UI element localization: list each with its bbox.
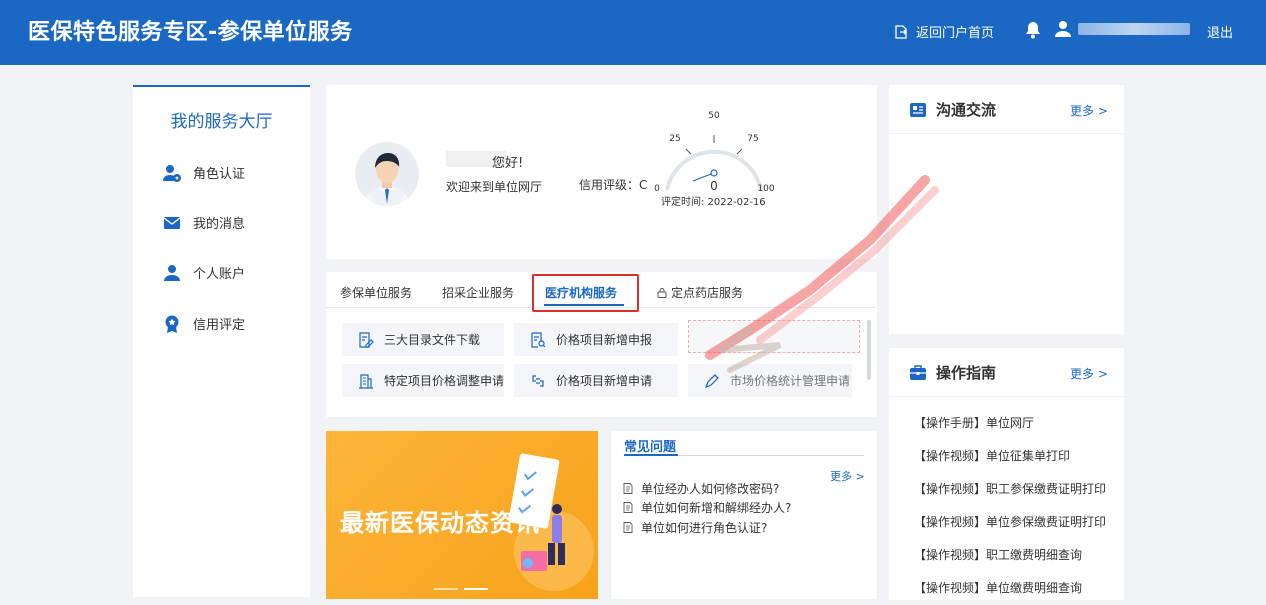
award-icon bbox=[165, 315, 179, 333]
building-icon bbox=[359, 373, 373, 389]
sidebar-item-credit-rating[interactable]: 信用评定 bbox=[163, 314, 245, 333]
sidebar-item-label: 我的消息 bbox=[193, 217, 246, 232]
service-label: 价格项目新增申报 bbox=[556, 333, 653, 347]
highlight-box bbox=[532, 274, 639, 312]
guide-title-label: 操作指南 bbox=[936, 364, 997, 382]
toolbox-icon bbox=[910, 364, 926, 380]
guide-more-link[interactable]: 更多 > bbox=[1070, 365, 1108, 382]
document-edit-icon bbox=[359, 331, 374, 348]
faq-panel: 常见问题 更多 > 单位经办人如何修改密码? 单位如何新增和解绑经办人? 单位如… bbox=[611, 431, 877, 599]
guide-item[interactable]: 【操作视频】职工缴费明细查询 bbox=[914, 546, 1082, 563]
sidebar-item-label: 角色认证 bbox=[193, 167, 246, 182]
service-label: 市场价格统计管理申请 bbox=[730, 374, 851, 388]
guide-item[interactable]: 【操作视频】单位征集单打印 bbox=[914, 447, 1070, 464]
service-label: 特定项目价格调整申请 bbox=[384, 374, 505, 388]
lock-icon bbox=[657, 288, 667, 298]
faq-item[interactable]: 单位经办人如何修改密码? bbox=[623, 480, 779, 497]
avatar bbox=[355, 142, 419, 206]
pen-icon bbox=[704, 373, 719, 388]
faq-item[interactable]: 单位如何新增和解绑经办人? bbox=[623, 499, 791, 516]
logout-button[interactable]: 退出 bbox=[1207, 22, 1233, 41]
envelope-icon bbox=[163, 216, 181, 229]
service-specific-price-adjust[interactable]: 特定项目价格调整申请 bbox=[342, 364, 504, 397]
communication-title: 沟通交流 bbox=[909, 99, 996, 120]
scrollbar[interactable] bbox=[867, 320, 871, 380]
faq-title: 常见问题 bbox=[624, 440, 677, 455]
sidebar: 我的服务大厅 角色认证 我的消息 个人账户 信用评定 bbox=[133, 85, 310, 597]
guide-item[interactable]: 【操作视频】职工参保缴费证明打印 bbox=[914, 480, 1106, 497]
page-title: 医保特色服务专区-参保单位服务 bbox=[28, 20, 353, 45]
sidebar-item-role-auth[interactable]: 角色认证 bbox=[163, 163, 245, 182]
faq-item-label: 单位如何新增和解绑经办人? bbox=[641, 501, 792, 515]
guide-item[interactable]: 【操作手册】单位网厅 bbox=[914, 414, 1034, 431]
service-price-new-declare[interactable]: 价格项目新增申报 bbox=[514, 323, 678, 356]
faq-item-label: 单位如何进行角色认证? bbox=[641, 521, 768, 535]
service-redacted[interactable] bbox=[688, 320, 860, 353]
person-icon bbox=[164, 264, 180, 281]
user-account[interactable] bbox=[1054, 20, 1190, 38]
document-icon bbox=[623, 502, 633, 513]
service-catalog-download[interactable]: 三大目录文件下载 bbox=[342, 323, 504, 356]
document-search-icon bbox=[531, 331, 546, 348]
gauge-value: 0 bbox=[710, 179, 718, 193]
service-label: 三大目录文件下载 bbox=[384, 333, 481, 347]
user-icon bbox=[1055, 21, 1071, 37]
carousel-dots[interactable] bbox=[434, 588, 488, 590]
news-banner[interactable]: 最新医保动态资讯 bbox=[326, 431, 598, 599]
service-price-new-apply[interactable]: 价格项目新增申请 bbox=[514, 364, 678, 397]
communication-title-label: 沟通交流 bbox=[936, 101, 997, 119]
chat-board-icon bbox=[910, 102, 926, 117]
bell-icon[interactable] bbox=[1023, 20, 1043, 40]
top-header: 医保特色服务专区-参保单位服务 返回门户首页 退出 bbox=[0, 0, 1266, 65]
tab-pharmacy-label: 定点药店服务 bbox=[671, 286, 744, 300]
user-badge-icon bbox=[163, 164, 181, 182]
tab-procurement[interactable]: 招采企业服务 bbox=[442, 284, 514, 301]
gauge-tick-25: 25 bbox=[669, 134, 680, 144]
gauge-tick-75: 75 bbox=[747, 134, 758, 144]
guide-item[interactable]: 【操作视频】单位缴费明细查询 bbox=[914, 579, 1082, 596]
sidebar-item-label: 个人账户 bbox=[193, 267, 246, 282]
panel-divider bbox=[889, 133, 1124, 134]
tab-insured-unit[interactable]: 参保单位服务 bbox=[340, 284, 412, 301]
tab-pharmacy[interactable]: 定点药店服务 bbox=[657, 284, 743, 301]
panel-divider bbox=[889, 396, 1124, 397]
gauge-tick-0: 0 bbox=[654, 184, 660, 194]
communication-more-link[interactable]: 更多 > bbox=[1070, 102, 1108, 119]
banner-text: 最新医保动态资讯 bbox=[340, 509, 540, 537]
service-panel: 参保单位服务 招采企业服务 医疗机构服务 定点药店服务 三大目录文件下载 价格项… bbox=[326, 272, 877, 417]
return-home-label: 返回门户首页 bbox=[916, 26, 995, 41]
guide-title: 操作指南 bbox=[909, 362, 996, 383]
credit-gauge: 50 25 75 0 100 0 bbox=[654, 111, 775, 194]
sidebar-item-messages[interactable]: 我的消息 bbox=[163, 213, 245, 232]
greeting: 您好! bbox=[492, 156, 524, 171]
welcome-text: 欢迎来到单位网厅 bbox=[446, 180, 543, 194]
faq-item[interactable]: 单位如何进行角色认证? bbox=[623, 519, 767, 536]
document-icon bbox=[623, 483, 633, 494]
service-label: 价格项目新增申请 bbox=[556, 374, 653, 388]
return-home-link[interactable]: 返回门户首页 bbox=[894, 22, 994, 41]
faq-more-link[interactable]: 更多 > bbox=[830, 468, 865, 484]
guide-item[interactable]: 【操作视频】单位参保缴费证明打印 bbox=[914, 513, 1106, 530]
faq-item-label: 单位经办人如何修改密码? bbox=[641, 482, 780, 496]
communication-panel: 沟通交流 更多 > bbox=[889, 85, 1124, 334]
username-masked bbox=[1078, 23, 1190, 35]
link-icon bbox=[532, 374, 544, 387]
sidebar-item-personal-account[interactable]: 个人账户 bbox=[163, 263, 245, 282]
credit-rating-label: 信用评级：C bbox=[579, 178, 648, 192]
gauge-tick-50: 50 bbox=[708, 111, 720, 121]
sidebar-item-label: 信用评定 bbox=[193, 318, 246, 333]
exit-doc-icon bbox=[895, 24, 907, 39]
evaluation-time: 评定时间: 2022-02-16 bbox=[661, 197, 766, 208]
service-market-price[interactable]: 市场价格统计管理申请 bbox=[688, 364, 852, 397]
profile-card: 您好! 欢迎来到单位网厅 信用评级：C 50 25 75 0 100 0 评定时… bbox=[326, 85, 877, 259]
faq-title-underline bbox=[624, 454, 678, 456]
document-icon bbox=[623, 522, 633, 533]
guide-panel: 操作指南 更多 > 【操作手册】单位网厅 【操作视频】单位征集单打印 【操作视频… bbox=[889, 348, 1124, 600]
sidebar-title: 我的服务大厅 bbox=[170, 112, 273, 132]
